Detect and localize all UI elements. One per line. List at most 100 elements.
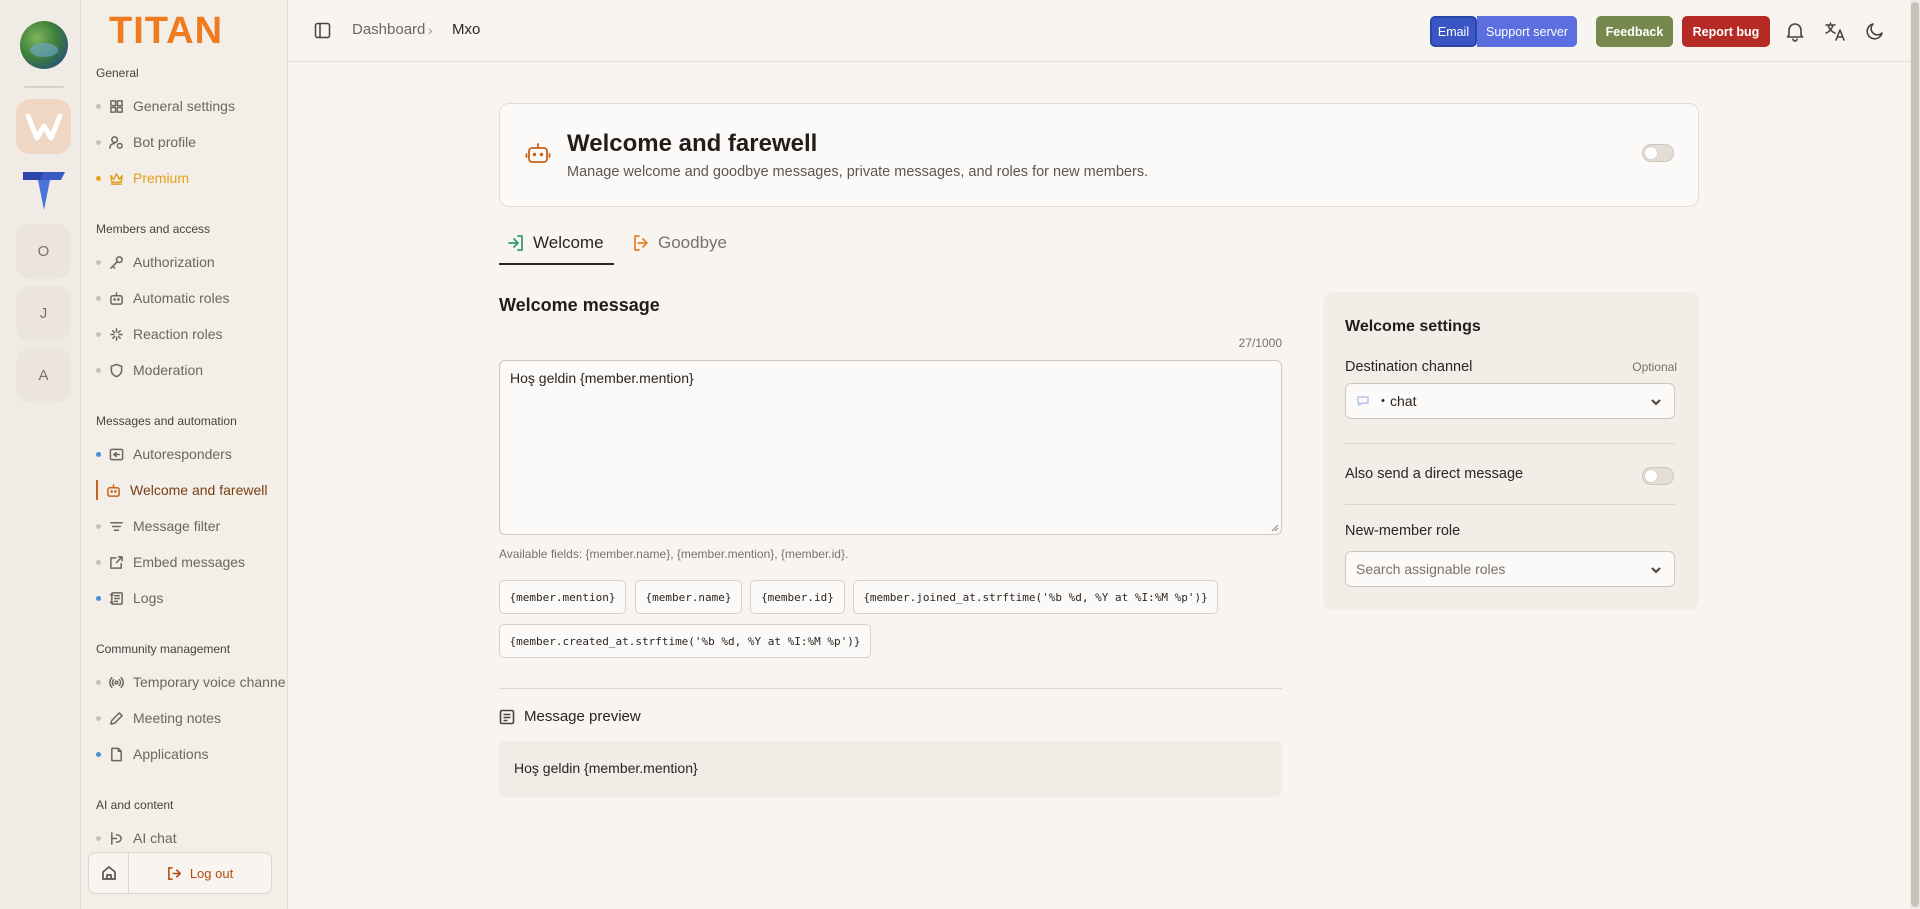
feedback-button[interactable]: Feedback xyxy=(1596,16,1673,47)
logout-label: Log out xyxy=(189,865,234,881)
grid-icon xyxy=(110,99,123,113)
nav-dot xyxy=(96,451,101,457)
message-preview-heading: Message preview xyxy=(499,708,641,725)
sidebar-item-general-settings[interactable]: General settings xyxy=(96,93,286,119)
sidebar-item-label: Logs xyxy=(133,590,164,606)
crown-icon xyxy=(110,172,123,185)
breadcrumb-separator: › xyxy=(428,22,433,38)
bot-icon xyxy=(110,291,123,305)
nav-dot xyxy=(96,751,101,757)
role-search-placeholder: Search assignable roles xyxy=(1356,561,1506,577)
sidebar-item-logs[interactable]: Logs xyxy=(96,585,286,611)
logout-icon xyxy=(167,866,182,880)
sidebar-item-label: Premium xyxy=(133,170,190,186)
sidebar-item-automatic-roles[interactable]: Automatic roles xyxy=(96,285,286,311)
theme-toggle-button[interactable] xyxy=(1864,20,1886,42)
sidebar-item-ai-chat[interactable]: AI chat xyxy=(96,825,286,851)
nav-dot xyxy=(96,715,101,721)
sidebar-item-label: Reaction roles xyxy=(133,326,223,342)
sidebar-item-label: Applications xyxy=(133,746,209,762)
svg-text:TITAN: TITAN xyxy=(109,12,223,48)
destination-channel-label: Destination channel xyxy=(1345,359,1473,375)
nav-dot xyxy=(96,331,101,337)
page-scrollbar[interactable] xyxy=(1910,0,1920,909)
rail-divider xyxy=(24,86,64,88)
user-avatar[interactable] xyxy=(20,21,68,69)
sidebar-item-temporary-voice[interactable]: Temporary voice channels xyxy=(96,669,286,695)
user-gear-icon xyxy=(109,135,123,149)
home-icon xyxy=(101,865,116,880)
welcome-message-input[interactable]: Hoş geldin {member.mention} xyxy=(499,360,1282,535)
ai-chat-icon xyxy=(111,831,122,845)
sidebar-item-label: Embed messages xyxy=(133,554,246,570)
feature-enabled-toggle[interactable] xyxy=(1642,144,1674,162)
sidebar-item-moderation[interactable]: Moderation xyxy=(96,357,286,383)
pen-icon xyxy=(110,711,123,725)
bot-icon xyxy=(525,143,551,163)
field-chip-member-mention[interactable]: {member.mention} xyxy=(499,580,626,614)
notifications-button[interactable] xyxy=(1784,20,1806,42)
section-title-members: Members and access xyxy=(96,222,211,236)
scrollbar-thumb[interactable] xyxy=(1911,2,1919,907)
sidebar-item-reaction-roles[interactable]: Reaction roles xyxy=(96,321,286,347)
nav-dot xyxy=(96,367,101,373)
server-icon-o[interactable]: O xyxy=(16,224,71,279)
direct-message-toggle[interactable] xyxy=(1642,467,1674,485)
sidebar-item-label: Meeting notes xyxy=(133,710,221,726)
sidebar-item-welcome-farewell[interactable]: Welcome and farewell xyxy=(96,477,286,503)
server-letter: O xyxy=(37,243,50,260)
bell-icon xyxy=(1786,23,1804,42)
sparkle-icon xyxy=(110,327,123,341)
language-button[interactable] xyxy=(1824,20,1846,42)
sidebar-item-message-filter[interactable]: Message filter xyxy=(96,513,286,539)
key-icon xyxy=(110,255,123,269)
new-member-role-select[interactable]: Search assignable roles xyxy=(1345,551,1675,587)
top-bar: Dashboard › Mxo Email Support server Fee… xyxy=(288,0,1910,62)
sidebar-item-autoresponders[interactable]: Autoresponders xyxy=(96,441,286,467)
destination-channel-value: ・chat xyxy=(1376,393,1417,409)
nav-dot xyxy=(96,139,101,145)
breadcrumb-dashboard[interactable]: Dashboard xyxy=(352,21,425,38)
sidebar-item-premium[interactable]: Premium xyxy=(96,165,286,191)
titan-logo-icon xyxy=(22,171,65,210)
chat-bubble-icon xyxy=(1357,396,1369,407)
email-button[interactable]: Email xyxy=(1430,16,1477,47)
sidebar-item-label: AI chat xyxy=(133,830,177,846)
settings-divider xyxy=(1345,443,1675,444)
server-logo-icon xyxy=(25,113,62,140)
destination-channel-select[interactable]: ・chat xyxy=(1345,383,1675,419)
section-title-ai: AI and content xyxy=(96,798,174,812)
report-bug-button[interactable]: Report bug xyxy=(1682,16,1770,47)
resize-handle-icon[interactable] xyxy=(1270,523,1279,532)
field-chip-member-name[interactable]: {member.name} xyxy=(635,580,742,614)
sidebar-item-label: Automatic roles xyxy=(133,290,230,306)
sidebar-item-applications[interactable]: Applications xyxy=(96,741,286,767)
sidebar-item-embed-messages[interactable]: Embed messages xyxy=(96,549,286,575)
server-rail: O J A xyxy=(0,0,88,909)
server-icon-j[interactable]: J xyxy=(16,286,71,341)
brand-logo[interactable]: TITAN xyxy=(107,12,257,48)
field-chip-member-id[interactable]: {member.id} xyxy=(750,580,845,614)
sidebar-item-label: Message filter xyxy=(133,518,221,534)
message-preview: Hoş geldin {member.mention} xyxy=(499,741,1282,797)
server-icon-titan[interactable] xyxy=(16,162,71,217)
support-server-button[interactable]: Support server xyxy=(1477,16,1577,47)
server-letter: A xyxy=(38,367,49,384)
bot-icon xyxy=(107,483,120,497)
server-icon-a[interactable]: A xyxy=(16,348,71,403)
toggle-sidebar-icon[interactable] xyxy=(314,22,331,39)
server-icon-mxo[interactable] xyxy=(16,99,71,154)
sidebar-item-authorization[interactable]: Authorization xyxy=(96,249,286,275)
nav-dot xyxy=(96,679,101,685)
logs-icon xyxy=(109,591,123,605)
tab-welcome[interactable]: Welcome xyxy=(507,222,604,264)
field-chip-joined-at[interactable]: {member.joined_at.strftime('%b %d, %Y at… xyxy=(853,580,1218,614)
feature-header-card: Welcome and farewell Manage welcome and … xyxy=(499,103,1699,207)
logout-button[interactable]: Log out xyxy=(129,866,271,881)
tab-goodbye[interactable]: Goodbye xyxy=(632,222,727,264)
nav-dot xyxy=(96,259,101,265)
home-button[interactable] xyxy=(89,853,129,893)
sidebar-item-meeting-notes[interactable]: Meeting notes xyxy=(96,705,286,731)
field-chip-created-at[interactable]: {member.created_at.strftime('%b %d, %Y a… xyxy=(499,624,871,658)
sidebar-item-bot-profile[interactable]: Bot profile xyxy=(96,129,286,155)
